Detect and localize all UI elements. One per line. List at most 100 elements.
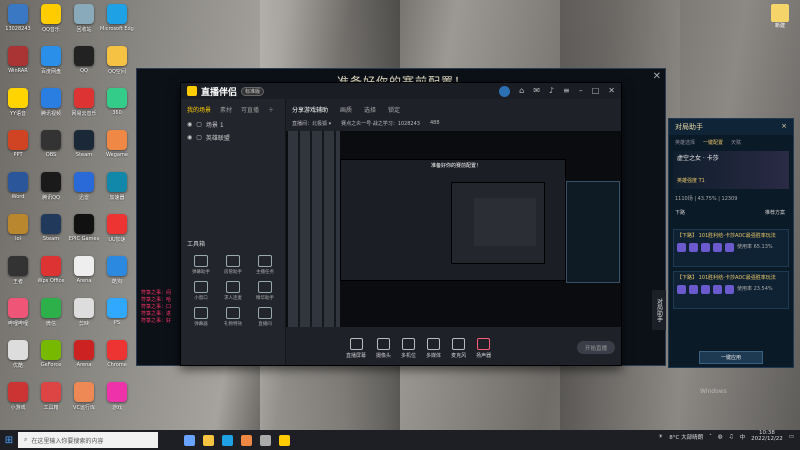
volume-icon[interactable]: ♫ — [729, 434, 734, 440]
microphone-button[interactable]: 麦克风 — [451, 337, 466, 359]
add-scene-icon[interactable]: ＋ — [268, 105, 274, 114]
tray-arrow-icon[interactable]: ˄ — [709, 434, 712, 440]
desktop-icon[interactable]: EPIC Games — [68, 214, 100, 250]
desktop-icon[interactable]: UU加速 — [101, 214, 133, 250]
menu-icon[interactable]: ≡ — [563, 86, 570, 95]
desktop-icon[interactable]: QQ — [68, 46, 100, 82]
eye-icon[interactable]: ◉ — [187, 121, 192, 128]
desktop-icon[interactable]: 小游戏 — [2, 382, 34, 418]
desktop-icon[interactable]: QQ音乐 — [35, 4, 67, 40]
recommend-dropdown[interactable]: 推荐方案 — [765, 209, 785, 216]
tab-select[interactable]: 选择 — [364, 105, 376, 114]
desktop-icon[interactable]: VC运行库 — [68, 382, 100, 418]
tool-button[interactable]: 房管助手 — [217, 255, 249, 275]
chrome-icon[interactable] — [241, 434, 252, 446]
room-selector[interactable]: 直播间：北极狐 ▾ — [292, 120, 331, 127]
tool-button[interactable]: 礼物特效 — [217, 307, 249, 327]
windows-start-icon[interactable]: ⊞ — [0, 431, 18, 449]
desktop-icon[interactable]: GeForce — [35, 340, 67, 376]
close-icon[interactable]: × — [781, 122, 787, 132]
stream-preview[interactable]: 准备好你的赛前配置！ — [286, 131, 621, 327]
desktop-icon[interactable]: Arena — [68, 340, 100, 376]
app-icon[interactable] — [260, 434, 271, 446]
message-icon[interactable]: ✉ — [533, 86, 540, 95]
desktop-icon[interactable]: Microsoft Edge — [100, 4, 134, 40]
desktop-icon[interactable]: Wegame — [101, 130, 133, 166]
desktop-icon[interactable]: 腾讯QQ — [35, 172, 67, 208]
desktop-folder[interactable]: 新建 — [767, 4, 793, 29]
desktop-icon[interactable]: 网易云音乐 — [68, 88, 100, 124]
lock-icon[interactable]: ▢ — [196, 134, 202, 141]
desktop-icon[interactable]: 百度网盘 — [35, 46, 67, 82]
rune-set-card[interactable]: 【下路】 101胜利结-卡莎ADC最强胜率玩法 使用率 65.13% — [673, 229, 789, 267]
desktop-icon[interactable]: Steam — [68, 130, 100, 166]
multi-camera-button[interactable]: 多机位 — [401, 337, 416, 359]
desktop-icon[interactable]: 迅雷 — [68, 172, 100, 208]
speaker-button[interactable]: 扬声器 — [476, 337, 491, 359]
camera-button[interactable]: 摄像头 — [376, 337, 391, 359]
helper-side-tab[interactable]: 对局助手 — [652, 290, 666, 330]
desktop-icon[interactable]: 工具箱 — [35, 382, 67, 418]
media-button[interactable]: 多媒体 — [426, 337, 441, 359]
desktop-icon[interactable]: 微信 — [35, 298, 67, 334]
start-live-button[interactable]: 开始直播 — [577, 341, 615, 354]
desktop-icon[interactable]: 13028243 — [2, 4, 34, 40]
rune-set-card[interactable]: 【下路】 101胜利结-卡莎ADC最强胜率玩法 使用率 23.54% — [673, 271, 789, 309]
lock-icon[interactable]: ▢ — [196, 121, 202, 128]
tab-quality[interactable]: 画质 — [340, 105, 352, 114]
desktop-icon[interactable]: 剪映 — [68, 298, 100, 334]
file-explorer-icon[interactable] — [203, 434, 214, 446]
desktop-icon[interactable]: WinRAR — [2, 46, 34, 82]
tool-button[interactable]: 小窗口 — [185, 281, 217, 301]
tab-live[interactable]: 可直播 — [241, 105, 259, 114]
desktop-icon[interactable]: 游戏 — [101, 382, 133, 418]
shop-icon[interactable]: ⌂ — [519, 86, 524, 95]
avatar[interactable] — [499, 86, 510, 97]
ime-indicator[interactable]: 中 — [740, 433, 746, 441]
scene-item[interactable]: ◉ ▢ 英雄联盟 — [181, 131, 285, 144]
edge-icon[interactable] — [222, 434, 233, 446]
scene-item[interactable]: ◉ ▢ 场景 1 — [181, 118, 285, 131]
lane-filter[interactable]: 下路 — [675, 209, 685, 216]
screen-capture-button[interactable]: 直播屏幕 — [346, 337, 366, 359]
stream-app-icon[interactable] — [279, 434, 290, 446]
desktop-icon[interactable]: Wps Office — [35, 256, 67, 292]
bell-icon[interactable]: ♪ — [549, 86, 554, 95]
weather-text[interactable]: 8°C 大部晴朗 — [669, 433, 703, 441]
desktop-icon[interactable]: Arena — [68, 256, 100, 292]
taskbar-search[interactable]: ⌕ 在这里输入你要搜索的内容 — [18, 432, 158, 448]
close-icon[interactable]: ✕ — [608, 86, 615, 95]
tab-talent[interactable]: 天赋 — [731, 139, 741, 146]
tab-materials[interactable]: 素材 — [220, 105, 232, 114]
tool-button[interactable]: 直播间 — [249, 307, 281, 327]
network-icon[interactable]: ◍ — [718, 434, 723, 440]
desktop-icon[interactable]: 360 — [101, 88, 133, 124]
tool-button[interactable]: 精华助手 — [249, 281, 281, 301]
weather-icon[interactable]: ☀ — [658, 434, 663, 440]
tool-button[interactable]: 求人连麦 — [217, 281, 249, 301]
version-badge[interactable]: 标准版 — [241, 86, 265, 96]
tool-button[interactable]: 弹幕器 — [185, 307, 217, 327]
tab-one-click-config[interactable]: 一键配置 — [703, 139, 723, 146]
desktop-icon[interactable]: QQ空间 — [101, 46, 133, 82]
desktop-icon[interactable]: Steam — [35, 214, 67, 250]
desktop-icon[interactable]: 酷狗 — [101, 256, 133, 292]
tab-game-helper[interactable]: 分享游戏辅助 — [292, 105, 328, 114]
apply-button[interactable]: 一键应用 — [699, 351, 763, 364]
desktop-icon[interactable]: OBS — [35, 130, 67, 166]
desktop-icon[interactable]: 加速器 — [101, 172, 133, 208]
notification-icon[interactable]: ▭ — [789, 434, 794, 440]
task-view-icon[interactable] — [184, 434, 195, 446]
clock[interactable]: 10:38 2022/12/22 — [751, 430, 783, 443]
desktop-icon[interactable]: YY语音 — [2, 88, 34, 124]
desktop-icon[interactable]: 哔哩哔哩 — [2, 298, 34, 334]
tab-my-scenes[interactable]: 我的场景 — [187, 105, 211, 114]
desktop-icon[interactable]: lol — [2, 214, 34, 250]
tab-champion-select[interactable]: 英雄选择 — [675, 139, 695, 146]
eye-icon[interactable]: ◉ — [187, 134, 192, 141]
desktop-icon[interactable]: 优酷 — [2, 340, 34, 376]
desktop-icon[interactable]: PPT — [2, 130, 34, 166]
minimize-icon[interactable]: – — [579, 86, 583, 95]
desktop-icon[interactable]: 回收站 — [68, 4, 100, 40]
streaming-app-window[interactable]: 直播伴侣 标准版 ⌂ ✉ ♪ ≡ – □ ✕ 我的场景 素材 可直播 ＋ ◉ ▢… — [180, 82, 622, 366]
